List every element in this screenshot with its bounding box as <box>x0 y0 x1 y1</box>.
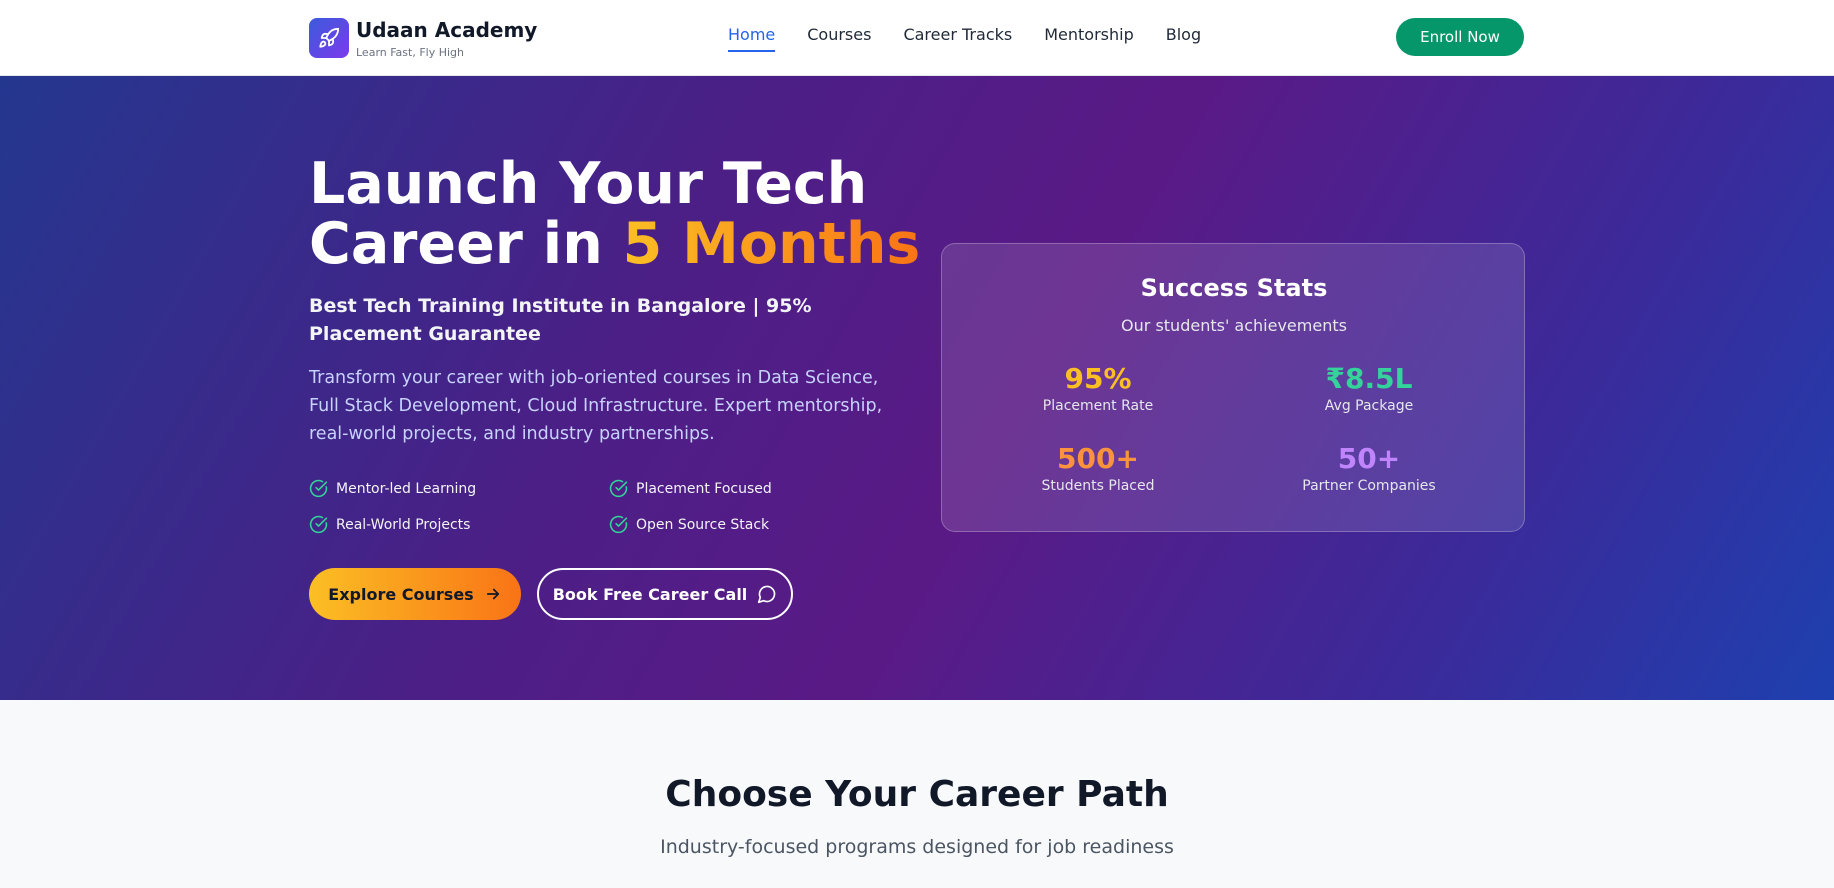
chat-bubble-icon <box>758 585 776 604</box>
feature-item: Open Source Stack <box>609 515 769 534</box>
hero-title-highlight: 5 Months <box>622 211 921 277</box>
stat-value: 50+ <box>1337 442 1401 475</box>
feature-label: Placement Focused <box>636 480 772 497</box>
arrow-right-icon <box>486 588 499 600</box>
feature-item: Mentor-led Learning <box>309 479 476 498</box>
nav-link-courses[interactable]: Courses <box>807 25 871 52</box>
stat-value: 500+ <box>1057 442 1139 475</box>
stat-label: Students Placed <box>1041 478 1155 494</box>
hero-description: Transform your career with job-oriented … <box>309 368 883 444</box>
feature-label: Open Source Stack <box>636 516 770 533</box>
success-stats-card: Success Stats Our students' achievements… <box>941 243 1525 532</box>
stats-title: Success Stats <box>1140 274 1328 302</box>
career-section-subtitle: Industry-focused programs designed for j… <box>660 836 1174 858</box>
check-circle-icon <box>309 515 328 534</box>
stat-students-placed: 500+ Students Placed <box>988 442 1208 494</box>
nav-link-blog[interactable]: Blog <box>1166 25 1201 52</box>
nav-link-career-tracks[interactable]: Career Tracks <box>903 25 1012 52</box>
hero-title-line1: Launch Your Tech <box>309 151 868 217</box>
check-circle-icon <box>309 479 328 498</box>
book-career-call-button[interactable]: Book Free Career Call <box>537 568 793 620</box>
stat-value: ₹8.5L <box>1325 362 1413 395</box>
brand-logo[interactable] <box>309 18 349 58</box>
feature-label: Mentor-led Learning <box>336 480 477 497</box>
hero-title-line2: Career in <box>309 211 623 277</box>
rocket-icon <box>319 27 340 48</box>
nav-link-home[interactable]: Home <box>728 25 776 52</box>
explore-courses-button[interactable]: Explore Courses <box>309 568 521 620</box>
enroll-now-button[interactable]: Enroll Now <box>1396 18 1524 56</box>
feature-item: Placement Focused <box>609 479 772 498</box>
stat-placement-rate: 95% Placement Rate <box>988 362 1208 414</box>
brand-tagline: Learn Fast, Fly High <box>356 46 465 59</box>
check-circle-icon <box>609 479 628 498</box>
hero-section: Launch Your Tech Career in 5 Months Best… <box>0 76 1834 700</box>
feature-item: Real-World Projects <box>309 515 470 534</box>
stat-avg-package: ₹8.5L Avg Package <box>1259 362 1479 414</box>
stat-partner-companies: 50+ Partner Companies <box>1259 442 1479 494</box>
book-career-call-label: Book Free Career Call <box>552 584 748 604</box>
nav-links: Home Courses Career Tracks Mentorship Bl… <box>728 25 1201 52</box>
explore-courses-label: Explore Courses <box>328 584 474 604</box>
stat-label: Avg Package <box>1324 398 1414 414</box>
stat-value: 95% <box>1064 362 1132 395</box>
stat-label: Partner Companies <box>1302 478 1436 494</box>
brand-name[interactable]: Udaan Academy <box>356 18 537 42</box>
feature-label: Real-World Projects <box>336 516 471 533</box>
stat-label: Placement Rate <box>1042 398 1154 414</box>
stats-subtitle: Our students' achievements <box>1121 316 1347 335</box>
check-circle-icon <box>609 515 628 534</box>
top-navbar: Udaan Academy Learn Fast, Fly High Home … <box>0 0 1834 76</box>
career-section-title: Choose Your Career Path <box>665 774 1169 815</box>
hero-subtitle: Best Tech Training Institute in Bangalor… <box>309 295 812 345</box>
nav-link-mentorship[interactable]: Mentorship <box>1044 25 1134 52</box>
hero-title: Launch Your Tech Career in 5 Months <box>309 154 929 274</box>
